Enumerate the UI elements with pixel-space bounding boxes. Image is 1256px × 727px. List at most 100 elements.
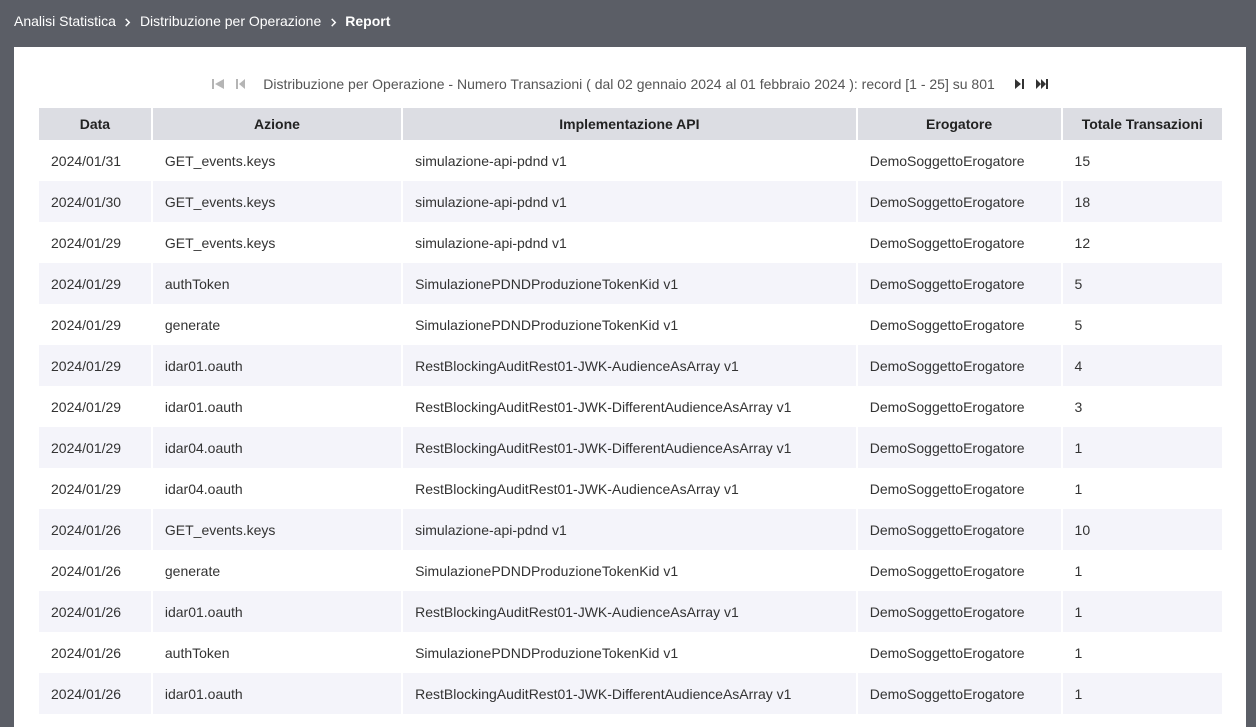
cell-erogatore: DemoSoggettoErogatore — [857, 181, 1063, 222]
cell-erogatore: DemoSoggettoErogatore — [857, 509, 1063, 550]
cell-totale-transazioni: 4 — [1062, 345, 1222, 386]
cell-erogatore: DemoSoggettoErogatore — [857, 140, 1063, 181]
report-panel: Distribuzione per Operazione - Numero Tr… — [14, 47, 1246, 727]
breadcrumb-current: Report — [345, 13, 391, 29]
report-table: Data Azione Implementazione API Erogator… — [39, 108, 1222, 714]
prev-page-icon[interactable] — [229, 74, 251, 94]
column-header-erogatore[interactable]: Erogatore — [857, 108, 1063, 140]
table-row[interactable]: 2024/01/29 generate SimulazionePDNDProduzi… — [39, 304, 1222, 345]
cell-erogatore: DemoSoggettoErogatore — [857, 591, 1063, 632]
cell-azione: idar01.oauth — [152, 673, 404, 714]
table-row[interactable]: 2024/01/26 idar01.oauth RestBlockingAuditR… — [39, 673, 1222, 714]
cell-azione: GET_events.keys — [152, 222, 404, 263]
chevron-right-icon — [321, 14, 345, 29]
cell-totale-transazioni: 1 — [1062, 673, 1222, 714]
cell-erogatore: DemoSoggettoErogatore — [857, 304, 1063, 345]
cell-totale-transazioni: 12 — [1062, 222, 1222, 263]
cell-totale-transazioni: 1 — [1062, 427, 1222, 468]
cell-erogatore: DemoSoggettoErogatore — [857, 632, 1063, 673]
table-row[interactable]: 2024/01/29 authToken SimulazionePDNDProduz… — [39, 263, 1222, 304]
column-header-data[interactable]: Data — [39, 108, 153, 140]
cell-totale-transazioni: 1 — [1062, 591, 1222, 632]
cell-data: 2024/01/29 — [39, 427, 153, 468]
cell-implementazione-api: RestBlockingAuditRest01-JWK-AudienceAsAr… — [403, 468, 858, 509]
pagination-summary: Distribuzione per Operazione - Numero Tr… — [263, 76, 995, 92]
cell-erogatore: DemoSoggettoErogatore — [857, 222, 1063, 263]
table-row[interactable]: 2024/01/26 authToken SimulazionePDNDProduz… — [39, 632, 1222, 673]
cell-azione: idar01.oauth — [152, 386, 404, 427]
breadcrumb: Analisi Statistica Distribuzione per Ope… — [14, 0, 390, 42]
cell-erogatore: DemoSoggettoErogatore — [857, 550, 1063, 591]
cell-totale-transazioni: 1 — [1062, 468, 1222, 509]
cell-implementazione-api: RestBlockingAuditRest01-JWK-AudienceAsAr… — [403, 345, 858, 386]
cell-implementazione-api: simulazione-api-pdnd v1 — [403, 222, 858, 263]
table-row[interactable]: 2024/01/29 GET_events.keys simulazione-api… — [39, 222, 1222, 263]
breadcrumb-analisi-statistica[interactable]: Analisi Statistica — [14, 13, 116, 29]
cell-implementazione-api: simulazione-api-pdnd v1 — [403, 140, 858, 181]
cell-azione: GET_events.keys — [152, 181, 404, 222]
cell-erogatore: DemoSoggettoErogatore — [857, 263, 1063, 304]
cell-data: 2024/01/29 — [39, 386, 153, 427]
cell-totale-transazioni: 18 — [1062, 181, 1222, 222]
table-row[interactable]: 2024/01/30 GET_events.keys simulazione-api… — [39, 181, 1222, 222]
cell-azione: generate — [152, 550, 404, 591]
cell-totale-transazioni: 1 — [1062, 550, 1222, 591]
cell-data: 2024/01/26 — [39, 509, 153, 550]
cell-data: 2024/01/26 — [39, 632, 153, 673]
cell-azione: GET_events.keys — [152, 140, 404, 181]
cell-implementazione-api: simulazione-api-pdnd v1 — [403, 509, 858, 550]
cell-erogatore: DemoSoggettoErogatore — [857, 468, 1063, 509]
cell-implementazione-api: RestBlockingAuditRest01-JWK-DifferentAud… — [403, 673, 858, 714]
last-page-icon[interactable] — [1031, 74, 1053, 94]
table-row[interactable]: 2024/01/29 idar04.oauth RestBlockingAuditR… — [39, 427, 1222, 468]
cell-totale-transazioni: 10 — [1062, 509, 1222, 550]
table-row[interactable]: 2024/01/29 idar01.oauth RestBlockingAuditR… — [39, 345, 1222, 386]
cell-erogatore: DemoSoggettoErogatore — [857, 345, 1063, 386]
table-header-row: Data Azione Implementazione API Erogator… — [39, 108, 1222, 140]
table-row[interactable]: 2024/01/31 GET_events.keys simulazione-api… — [39, 140, 1222, 181]
cell-erogatore: DemoSoggettoErogatore — [857, 386, 1063, 427]
cell-implementazione-api: RestBlockingAuditRest01-JWK-AudienceAsAr… — [403, 591, 858, 632]
table-body: 2024/01/31 GET_events.keys simulazione-api… — [39, 140, 1222, 714]
cell-erogatore: DemoSoggettoErogatore — [857, 673, 1063, 714]
cell-implementazione-api: simulazione-api-pdnd v1 — [403, 181, 858, 222]
cell-azione: idar04.oauth — [152, 468, 404, 509]
breadcrumb-distribuzione-per-operazione[interactable]: Distribuzione per Operazione — [140, 13, 321, 29]
cell-data: 2024/01/29 — [39, 263, 153, 304]
cell-azione: idar01.oauth — [152, 591, 404, 632]
column-header-implementazione-api[interactable]: Implementazione API — [403, 108, 858, 140]
cell-data: 2024/01/26 — [39, 550, 153, 591]
cell-azione: authToken — [152, 632, 404, 673]
cell-totale-transazioni: 1 — [1062, 632, 1222, 673]
cell-totale-transazioni: 3 — [1062, 386, 1222, 427]
cell-azione: idar01.oauth — [152, 345, 404, 386]
cell-data: 2024/01/29 — [39, 222, 153, 263]
cell-totale-transazioni: 5 — [1062, 263, 1222, 304]
cell-azione: GET_events.keys — [152, 509, 404, 550]
cell-azione: generate — [152, 304, 404, 345]
cell-totale-transazioni: 15 — [1062, 140, 1222, 181]
pagination-bar: Distribuzione per Operazione - Numero Tr… — [14, 72, 1246, 96]
cell-implementazione-api: SimulazionePDNDProduzioneTokenKid v1 — [403, 304, 858, 345]
column-header-totale-transazioni[interactable]: Totale Transazioni — [1062, 108, 1222, 140]
cell-azione: idar04.oauth — [152, 427, 404, 468]
next-page-icon[interactable] — [1009, 74, 1031, 94]
cell-data: 2024/01/29 — [39, 468, 153, 509]
cell-implementazione-api: RestBlockingAuditRest01-JWK-DifferentAud… — [403, 427, 858, 468]
first-page-icon[interactable] — [207, 74, 229, 94]
table-row[interactable]: 2024/01/26 idar01.oauth RestBlockingAuditR… — [39, 591, 1222, 632]
table-row[interactable]: 2024/01/29 idar01.oauth RestBlockingAuditR… — [39, 386, 1222, 427]
cell-erogatore: DemoSoggettoErogatore — [857, 427, 1063, 468]
table-row[interactable]: 2024/01/29 idar04.oauth RestBlockingAuditR… — [39, 468, 1222, 509]
cell-data: 2024/01/26 — [39, 591, 153, 632]
cell-totale-transazioni: 5 — [1062, 304, 1222, 345]
cell-implementazione-api: SimulazionePDNDProduzioneTokenKid v1 — [403, 550, 858, 591]
cell-azione: authToken — [152, 263, 404, 304]
column-header-azione[interactable]: Azione — [152, 108, 404, 140]
table-row[interactable]: 2024/01/26 generate SimulazionePDNDProduzi… — [39, 550, 1222, 591]
cell-data: 2024/01/30 — [39, 181, 153, 222]
cell-implementazione-api: SimulazionePDNDProduzioneTokenKid v1 — [403, 632, 858, 673]
chevron-right-icon — [116, 14, 140, 29]
cell-data: 2024/01/26 — [39, 673, 153, 714]
table-row[interactable]: 2024/01/26 GET_events.keys simulazione-api… — [39, 509, 1222, 550]
